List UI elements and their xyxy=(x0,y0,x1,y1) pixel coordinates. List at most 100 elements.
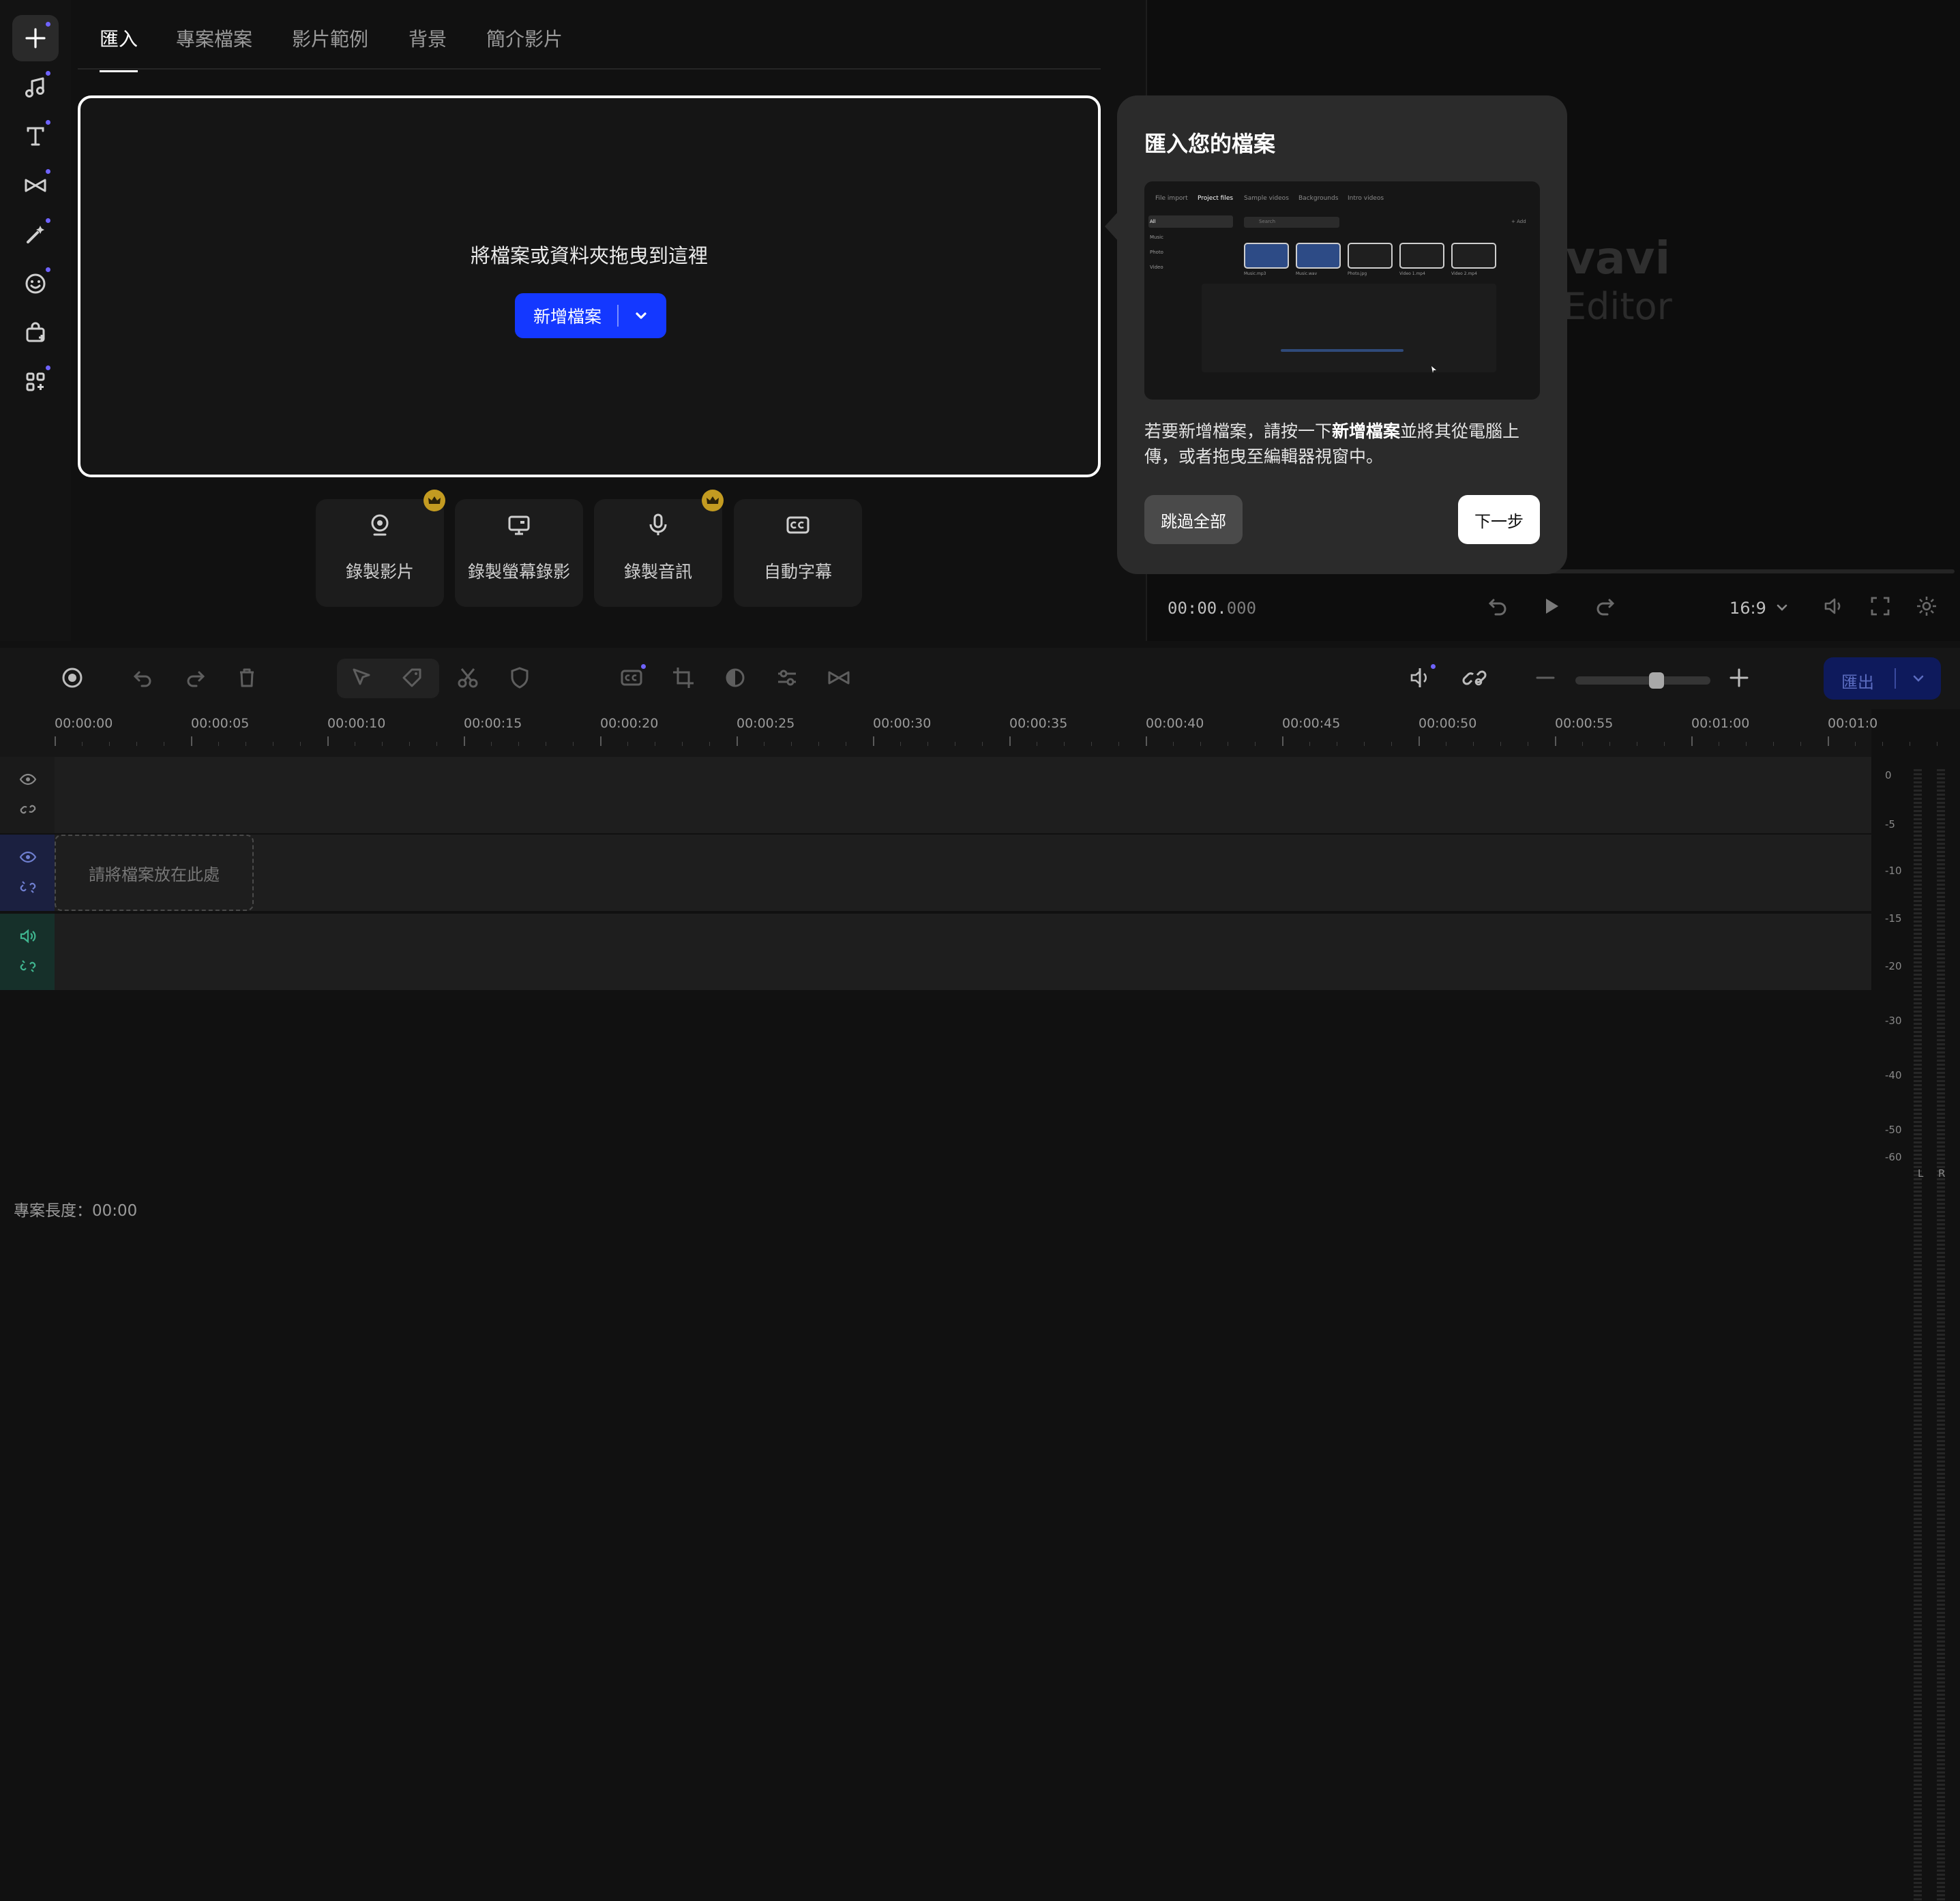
text-button[interactable] xyxy=(12,113,59,160)
eye-icon[interactable] xyxy=(19,770,37,788)
magnet-link-icon[interactable] xyxy=(1462,665,1487,690)
file-drop-zone[interactable]: 將檔案或資料夾拖曳到這裡 新增檔案 xyxy=(78,95,1101,477)
skip-all-button[interactable]: 跳過全部 xyxy=(1144,495,1243,544)
zoom-slider-track[interactable] xyxy=(1575,676,1710,685)
scissors-icon[interactable] xyxy=(456,665,480,690)
play-icon[interactable] xyxy=(1540,595,1563,618)
mini-sidebar-item: All xyxy=(1150,219,1156,224)
ripple-tag-icon[interactable] xyxy=(400,665,424,690)
microphone-icon xyxy=(649,513,667,535)
fullscreen-icon[interactable] xyxy=(1869,595,1892,618)
track-drop-slot[interactable]: 請將檔案放在此處 xyxy=(55,835,254,911)
shield-icon[interactable] xyxy=(507,665,532,690)
more-apps-button[interactable] xyxy=(12,359,59,405)
desc-text: 若要新增檔案，請按一下 xyxy=(1144,421,1333,441)
overlay-track[interactable] xyxy=(55,757,1871,833)
unlink-icon[interactable] xyxy=(19,957,37,975)
ruler-major-tick xyxy=(1009,736,1011,746)
ruler-minor-tick xyxy=(1255,742,1256,746)
transition-icon xyxy=(25,179,46,192)
notification-dot xyxy=(46,71,50,76)
undo-icon[interactable] xyxy=(131,665,155,690)
chevron-down-icon[interactable] xyxy=(1775,600,1790,615)
chevron-down-icon[interactable] xyxy=(632,307,650,325)
speaker-icon[interactable] xyxy=(19,927,37,945)
timecode-ms: 000 xyxy=(1226,599,1257,618)
mini-tab: Backgrounds xyxy=(1298,195,1339,202)
ruler-major-tick xyxy=(1691,736,1693,746)
tab-import[interactable]: 匯入 xyxy=(100,25,138,72)
effects-button[interactable] xyxy=(12,211,59,258)
tab-intro-videos[interactable]: 簡介影片 xyxy=(486,25,563,52)
ruler-minor-tick xyxy=(1664,742,1665,746)
eye-icon[interactable] xyxy=(19,848,37,866)
mini-sidebar-item: Video xyxy=(1150,265,1163,270)
store-button[interactable] xyxy=(12,310,59,356)
add-file-button[interactable]: 新增檔案 xyxy=(515,293,666,338)
audio-track[interactable] xyxy=(55,914,1871,990)
ruler-minor-tick xyxy=(82,742,83,746)
popup-title: 匯入您的檔案 xyxy=(1144,131,1276,157)
mini-file-thumb xyxy=(1244,243,1289,269)
step-forward-icon[interactable] xyxy=(1593,595,1616,618)
zoom-slider-handle[interactable] xyxy=(1649,672,1664,689)
sliders-icon[interactable] xyxy=(775,665,799,690)
ruler-minor-tick xyxy=(927,742,928,746)
trash-icon[interactable] xyxy=(235,665,259,690)
ruler-time-label: 00:00:45 xyxy=(1282,716,1341,731)
next-step-button[interactable]: 下一步 xyxy=(1458,495,1540,544)
ruler-minor-tick xyxy=(436,742,437,746)
auto-subtitles-card[interactable]: 自動字幕 xyxy=(734,499,862,607)
record-video-card[interactable]: 錄製影片 xyxy=(316,490,445,607)
aspect-ratio-label[interactable]: 16:9 xyxy=(1729,599,1766,618)
transitions-button[interactable] xyxy=(12,162,59,209)
mini-file-thumb xyxy=(1399,243,1444,269)
stickers-button[interactable] xyxy=(12,260,59,307)
record-audio-card[interactable]: 錄製音訊 xyxy=(594,490,724,607)
tutorial-illustration: File import Project files Sample videos … xyxy=(1144,181,1540,400)
tab-sample-videos[interactable]: 影片範例 xyxy=(292,25,368,52)
add-media-button[interactable] xyxy=(12,15,59,61)
notification-dot xyxy=(46,218,50,223)
mini-file-name: Photo.jpg xyxy=(1348,271,1367,276)
redo-icon[interactable] xyxy=(183,665,207,690)
mini-file-name: Music.wav xyxy=(1296,271,1318,276)
step-back-icon[interactable] xyxy=(1487,595,1510,618)
ruler-minor-tick xyxy=(136,742,137,746)
music-button[interactable] xyxy=(12,64,59,110)
timeline-ruler[interactable]: 00:00:00 00:00:05 00:00:10 00:00:15 00:00:20… xyxy=(0,709,1937,757)
mini-search: Search xyxy=(1244,217,1339,228)
button-divider xyxy=(617,305,619,327)
record-icon[interactable] xyxy=(60,665,85,690)
tab-project-files[interactable]: 專案檔案 xyxy=(176,25,252,52)
zoom-in-icon[interactable] xyxy=(1727,665,1751,690)
record-screen-card[interactable]: 錄製螢幕錄影 xyxy=(455,499,583,607)
gear-icon[interactable] xyxy=(1915,595,1938,618)
unlink-icon[interactable] xyxy=(19,878,37,896)
mini-sidebar-item: Music xyxy=(1150,235,1163,240)
zoom-out-icon[interactable] xyxy=(1533,665,1558,690)
ruler-minor-tick xyxy=(1855,742,1856,746)
ruler-major-tick xyxy=(464,736,465,746)
transition-icon[interactable] xyxy=(827,665,851,690)
subtitles-icon[interactable] xyxy=(619,665,644,690)
volume-icon[interactable] xyxy=(1822,595,1845,618)
color-adjust-icon[interactable] xyxy=(723,665,747,690)
link-icon[interactable] xyxy=(19,800,37,818)
record-audio-label: 錄製音訊 xyxy=(623,562,692,582)
split-audio-icon[interactable] xyxy=(1409,665,1434,690)
chevron-down-icon[interactable] xyxy=(1911,671,1926,686)
export-button[interactable]: 匯出 xyxy=(1824,657,1941,700)
record-screen-label: 錄製螢幕錄影 xyxy=(467,562,570,582)
tab-backgrounds[interactable]: 背景 xyxy=(409,25,447,52)
ruler-minor-tick xyxy=(409,742,410,746)
export-label: 匯出 xyxy=(1841,673,1874,692)
select-cursor-icon[interactable] xyxy=(349,665,374,690)
meter-db-label: -30 xyxy=(1885,1015,1902,1027)
notification-dot xyxy=(46,169,50,174)
crop-icon[interactable] xyxy=(671,665,696,690)
ruler-time-label: 00:00:25 xyxy=(737,716,795,731)
music-note-icon xyxy=(25,77,44,98)
ruler-time-label: 00:00:40 xyxy=(1146,716,1204,731)
video-track[interactable] xyxy=(55,835,1871,911)
